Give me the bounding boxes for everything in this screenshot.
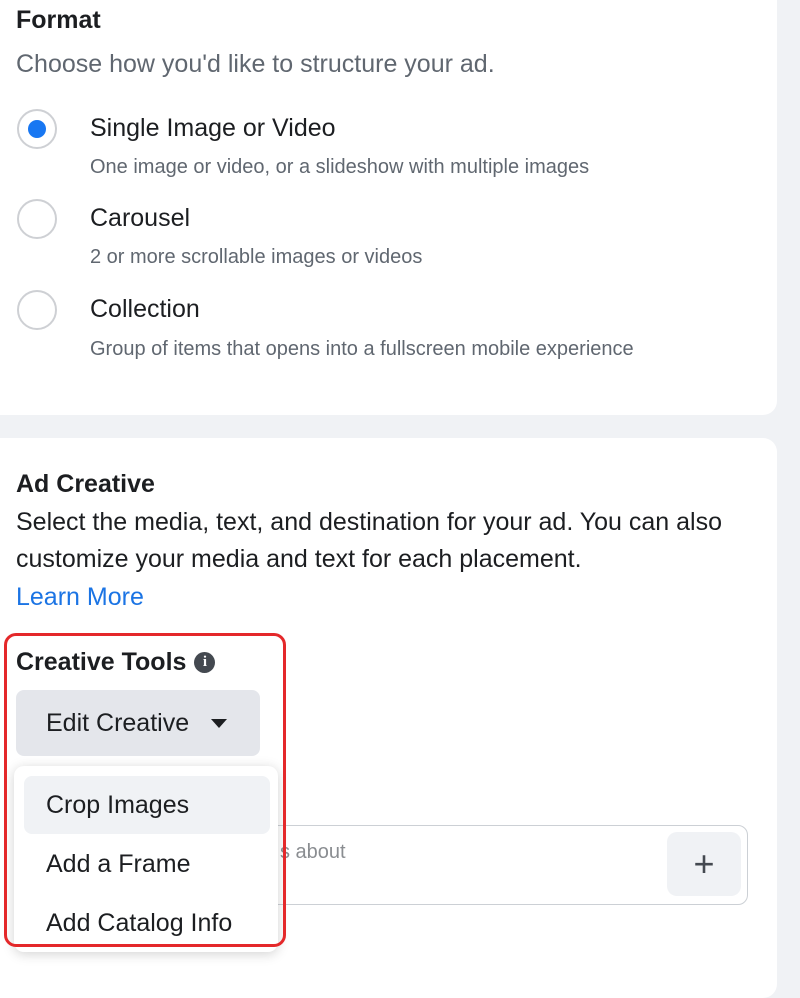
option-desc-collection: Group of items that opens into a fullscr…	[90, 338, 634, 360]
format-subtitle: Choose how you'd like to structure your …	[16, 50, 495, 78]
menu-item-add-frame[interactable]: Add a Frame	[24, 835, 270, 893]
option-label-carousel[interactable]: Carousel	[90, 204, 190, 233]
creative-tools-label: Creative Tools	[16, 648, 187, 676]
radio-carousel[interactable]	[17, 199, 57, 239]
caret-down-icon	[211, 718, 228, 728]
radio-collection[interactable]	[17, 290, 57, 330]
edit-creative-label: Edit Creative	[46, 708, 190, 737]
edit-creative-menu: Crop Images Add a Frame Add Catalog Info	[14, 766, 278, 952]
option-desc-carousel: 2 or more scrollable images or videos	[90, 246, 423, 268]
ad-creative-title: Ad Creative	[16, 470, 155, 498]
format-title: Format	[16, 6, 101, 34]
info-icon[interactable]: i	[194, 652, 216, 673]
radio-single-image[interactable]	[17, 109, 57, 149]
add-plus-icon[interactable]: +	[667, 832, 741, 896]
option-label-collection[interactable]: Collection	[90, 295, 200, 324]
option-label-single-image[interactable]: Single Image or Video	[90, 114, 336, 143]
menu-item-crop-images[interactable]: Crop Images	[24, 776, 270, 834]
text-input-placeholder: s about	[280, 841, 346, 863]
learn-more-link[interactable]: Learn More	[16, 583, 144, 612]
menu-item-add-catalog-info[interactable]: Add Catalog Info	[24, 894, 270, 952]
edit-creative-button[interactable]: Edit Creative	[16, 690, 260, 756]
creative-tools-title: Creative Tools i	[16, 648, 216, 677]
option-desc-single-image: One image or video, or a slideshow with …	[90, 156, 590, 178]
ad-creative-description: Select the media, text, and destination …	[16, 508, 723, 573]
